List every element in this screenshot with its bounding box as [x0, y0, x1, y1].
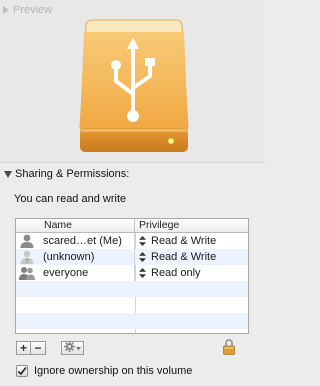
table-row[interactable]: scared…et (Me) Read & Write: [16, 233, 248, 249]
privilege-popup[interactable]: Read & Write: [135, 233, 248, 249]
table-header: Name Privilege: [16, 219, 248, 233]
remove-user-button[interactable]: −: [31, 341, 46, 355]
popup-arrows-icon: [139, 236, 146, 246]
user-cell: scared…et (Me): [16, 233, 135, 249]
chevron-down-icon: [76, 342, 81, 354]
sharing-disclosure[interactable]: Sharing & Permissions:: [4, 168, 129, 180]
preview-disclosure[interactable]: Preview: [3, 4, 52, 16]
permissions-table: Name Privilege scared…et (Me) Read & Wri…: [15, 218, 249, 334]
ignore-ownership-checkbox[interactable]: [16, 365, 28, 377]
ignore-ownership-option[interactable]: Ignore ownership on this volume: [16, 365, 192, 377]
gear-icon: [64, 341, 75, 355]
action-menu-button[interactable]: [61, 341, 84, 355]
add-remove-buttons: + −: [16, 341, 46, 355]
sharing-title: Sharing & Permissions:: [15, 168, 130, 180]
group-users-icon: [19, 266, 35, 280]
empty-row: [16, 297, 248, 313]
table-body: scared…et (Me) Read & Write ? (unknown) …: [16, 233, 248, 329]
table-row[interactable]: everyone Read only: [16, 265, 248, 281]
popup-arrows-icon: [139, 268, 146, 278]
preview-title: Preview: [13, 4, 53, 16]
svg-text:?: ?: [25, 258, 29, 265]
column-header-privilege[interactable]: Privilege: [135, 219, 248, 232]
single-user-icon: [19, 234, 35, 248]
disclosure-triangle-icon[interactable]: [4, 171, 12, 178]
unknown-user-icon: ?: [19, 250, 35, 266]
preview-section: Preview: [0, 0, 265, 163]
disclosure-triangle-icon[interactable]: [3, 6, 9, 14]
lock-icon[interactable]: [223, 339, 235, 355]
ignore-ownership-label: Ignore ownership on this volume: [34, 365, 193, 377]
privilege-value: Read & Write: [151, 235, 217, 247]
user-cell: everyone: [16, 265, 135, 281]
user-name: everyone: [43, 267, 89, 279]
table-row[interactable]: ? (unknown) Read & Write: [16, 249, 248, 266]
add-user-button[interactable]: +: [16, 341, 31, 355]
privilege-value: Read only: [151, 267, 201, 279]
column-header-name[interactable]: Name: [16, 219, 135, 232]
popup-arrows-icon: [139, 252, 146, 262]
privilege-popup[interactable]: Read only: [135, 265, 248, 281]
usb-drive-icon: [78, 18, 190, 156]
user-cell: ? (unknown): [16, 249, 135, 266]
privilege-value: Read & Write: [151, 251, 217, 263]
empty-row: [16, 313, 248, 329]
user-name: scared…et (Me): [43, 235, 122, 247]
privilege-popup[interactable]: Read & Write: [135, 249, 248, 265]
checkmark-icon: [17, 367, 27, 376]
permission-summary: You can read and write: [14, 193, 127, 205]
empty-row: [16, 281, 248, 297]
user-name: (unknown): [43, 251, 95, 263]
